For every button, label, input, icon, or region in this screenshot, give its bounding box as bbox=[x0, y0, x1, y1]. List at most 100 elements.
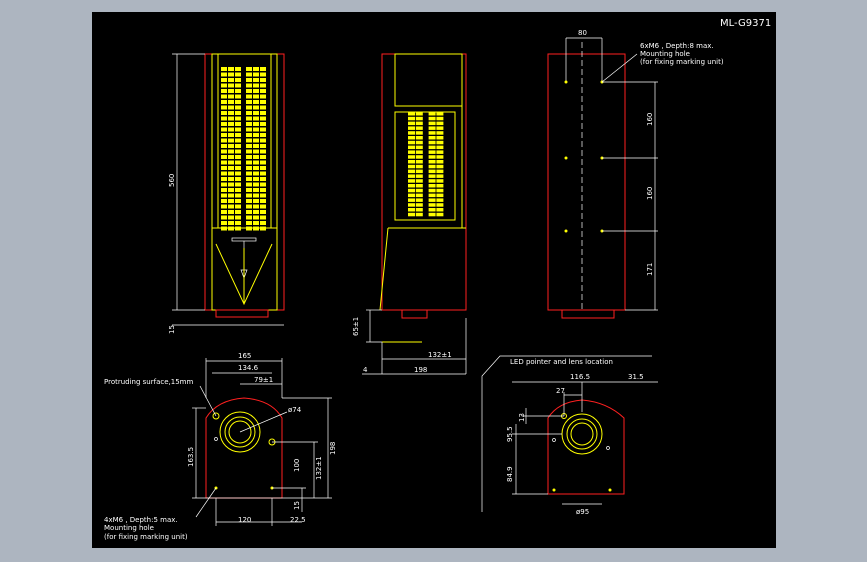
led-cell bbox=[228, 149, 234, 154]
led-cell bbox=[235, 100, 241, 104]
led-cell bbox=[408, 169, 415, 174]
led-cell bbox=[436, 203, 444, 207]
led-cell bbox=[253, 100, 259, 104]
led-cell bbox=[235, 221, 241, 225]
led-cell bbox=[253, 177, 259, 181]
led-cell bbox=[246, 122, 252, 126]
led-cell bbox=[228, 182, 234, 187]
led-cell bbox=[428, 198, 436, 202]
led-cell bbox=[246, 83, 252, 88]
led-cell bbox=[253, 204, 259, 209]
led-cell bbox=[408, 155, 415, 159]
led-cell bbox=[408, 131, 415, 135]
led-cell bbox=[221, 144, 227, 148]
led-cell bbox=[415, 140, 423, 145]
led-cell bbox=[253, 133, 259, 137]
led-cell bbox=[415, 212, 423, 217]
led-cell bbox=[221, 193, 227, 198]
led-cell bbox=[408, 145, 415, 150]
front-view: 560 15 bbox=[168, 53, 285, 334]
led-cell bbox=[428, 169, 436, 174]
led-cell bbox=[408, 140, 415, 145]
led-cell bbox=[246, 133, 252, 137]
led-cell bbox=[415, 145, 423, 150]
dim-bot-198: 198 bbox=[329, 442, 337, 455]
label-mount-bottom-2: Mounting hole bbox=[104, 524, 154, 532]
led-cell bbox=[221, 166, 227, 170]
led-cell bbox=[260, 78, 266, 82]
label-mount-bottom-3: (for fixing marking unit) bbox=[104, 533, 188, 541]
led-cell bbox=[228, 144, 234, 148]
led-cell bbox=[235, 193, 241, 198]
label-mount-top-3: (for fixing marking unit) bbox=[640, 58, 724, 66]
led-array-side bbox=[408, 112, 444, 217]
led-cell bbox=[415, 164, 423, 169]
led-cell bbox=[436, 188, 444, 193]
led-cell bbox=[221, 177, 227, 181]
led-cell bbox=[228, 160, 234, 165]
led-cell bbox=[408, 121, 415, 126]
led-cell bbox=[228, 122, 234, 126]
lens-location-view: LED pointer and lens location 116.5 31.5… bbox=[481, 355, 658, 516]
led-cell bbox=[408, 112, 415, 116]
led-cell bbox=[235, 199, 241, 203]
led-cell bbox=[253, 138, 259, 143]
led-cell bbox=[415, 136, 423, 140]
led-cell bbox=[221, 105, 227, 110]
label-mount-top-2: Mounting hole bbox=[640, 50, 690, 58]
led-cell bbox=[260, 149, 266, 154]
led-cell bbox=[408, 184, 415, 188]
led-cell bbox=[246, 155, 252, 159]
dim-bot-1635: 163.5 bbox=[187, 447, 195, 467]
led-cell bbox=[253, 72, 259, 77]
dim-r-27: 27 bbox=[556, 387, 565, 395]
led-cell bbox=[246, 100, 252, 104]
led-cell bbox=[408, 116, 415, 121]
led-cell bbox=[428, 208, 436, 212]
led-cell bbox=[408, 174, 415, 178]
technical-drawing: ML-G9371 560 15 65±1 132±1 4 198 80 160 … bbox=[104, 18, 771, 541]
led-cell bbox=[253, 210, 259, 214]
led-cell bbox=[436, 208, 444, 212]
led-cell bbox=[235, 116, 241, 121]
led-cell bbox=[408, 160, 415, 164]
led-cell bbox=[221, 138, 227, 143]
led-cell bbox=[260, 111, 266, 115]
led-cell bbox=[228, 199, 234, 203]
led-cell bbox=[428, 150, 436, 154]
side-view: 65±1 132±1 4 198 bbox=[352, 53, 467, 375]
led-cell bbox=[235, 166, 241, 170]
led-cell bbox=[228, 67, 234, 71]
led-cell bbox=[253, 89, 259, 93]
label-mount-bottom: 4xM6 , Depth:5 max. bbox=[104, 516, 178, 524]
led-cell bbox=[253, 155, 259, 159]
led-cell bbox=[235, 155, 241, 159]
led-cell bbox=[260, 193, 266, 198]
led-cell bbox=[246, 166, 252, 170]
led-cell bbox=[436, 193, 444, 198]
led-cell bbox=[246, 138, 252, 143]
led-cell bbox=[415, 150, 423, 154]
led-cell bbox=[428, 121, 436, 126]
led-cell bbox=[260, 122, 266, 126]
led-cell bbox=[246, 182, 252, 187]
led-cell bbox=[235, 72, 241, 77]
led-cell bbox=[260, 83, 266, 88]
led-cell bbox=[228, 133, 234, 137]
led-cell bbox=[260, 171, 266, 176]
dim-hole-2: 160 bbox=[646, 187, 654, 200]
led-cell bbox=[253, 78, 259, 82]
led-cell bbox=[253, 188, 259, 192]
led-cell bbox=[253, 149, 259, 154]
dim-hole-1: 160 bbox=[646, 113, 654, 126]
led-cell bbox=[235, 171, 241, 176]
led-cell bbox=[246, 160, 252, 165]
led-cell bbox=[228, 105, 234, 110]
led-cell bbox=[436, 164, 444, 169]
led-cell bbox=[428, 155, 436, 159]
rear-view: 80 160 160 171 6xM6 , Depth:8 max. Mount… bbox=[547, 29, 724, 319]
dim-front-bottom: 15 bbox=[168, 325, 176, 334]
led-cell bbox=[221, 67, 227, 71]
led-cell bbox=[428, 203, 436, 207]
led-array-front bbox=[221, 67, 266, 231]
